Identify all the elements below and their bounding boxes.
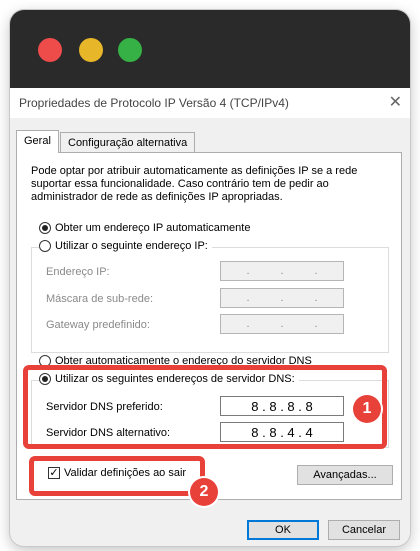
tab-geral[interactable]: Geral [16,130,59,153]
advanced-button[interactable]: Avançadas... [297,465,393,485]
ip-address-label: Endereço IP: [46,266,110,278]
radio-ip-manual[interactable]: Utilizar o seguinte endereço IP: [39,240,212,252]
dialog-title: Propriedades de Protocolo IP Versão 4 (T… [19,96,289,110]
mac-window-bar [10,10,410,88]
subnet-mask-input: ... [220,288,344,308]
highlight-box-validate [29,456,205,496]
cancel-button[interactable]: Cancelar [328,520,400,540]
tab-configuracao-alternativa[interactable]: Configuração alternativa [60,132,196,154]
minimize-traffic-light-icon[interactable] [79,38,103,62]
radio-ip-auto[interactable]: Obter um endereço IP automaticamente [39,222,250,234]
highlight-box-dns [23,365,387,449]
zoom-traffic-light-icon[interactable] [118,38,142,62]
annotation-badge-1: 1 [353,395,381,423]
radio-ip-auto-indicator[interactable] [39,222,51,234]
close-traffic-light-icon[interactable] [38,38,62,62]
gateway-input: ... [220,314,344,334]
close-icon[interactable]: ✕ [389,92,402,112]
annotation-badge-2: 2 [190,478,218,506]
ip-address-input: ... [220,261,344,281]
radio-ip-manual-indicator[interactable] [39,240,51,252]
ok-button[interactable]: OK [247,520,319,540]
subnet-mask-label: Máscara de sub-rede: [46,293,153,305]
dialog-titlebar: Propriedades de Protocolo IP Versão 4 (T… [10,88,410,118]
gateway-label: Gateway predefinido: [46,319,150,331]
radio-ip-auto-label: Obter um endereço IP automaticamente [55,222,251,234]
intro-text: Pode optar por atribuir automaticamente … [31,165,358,203]
radio-ip-manual-label: Utilizar o seguinte endereço IP: [55,240,208,252]
